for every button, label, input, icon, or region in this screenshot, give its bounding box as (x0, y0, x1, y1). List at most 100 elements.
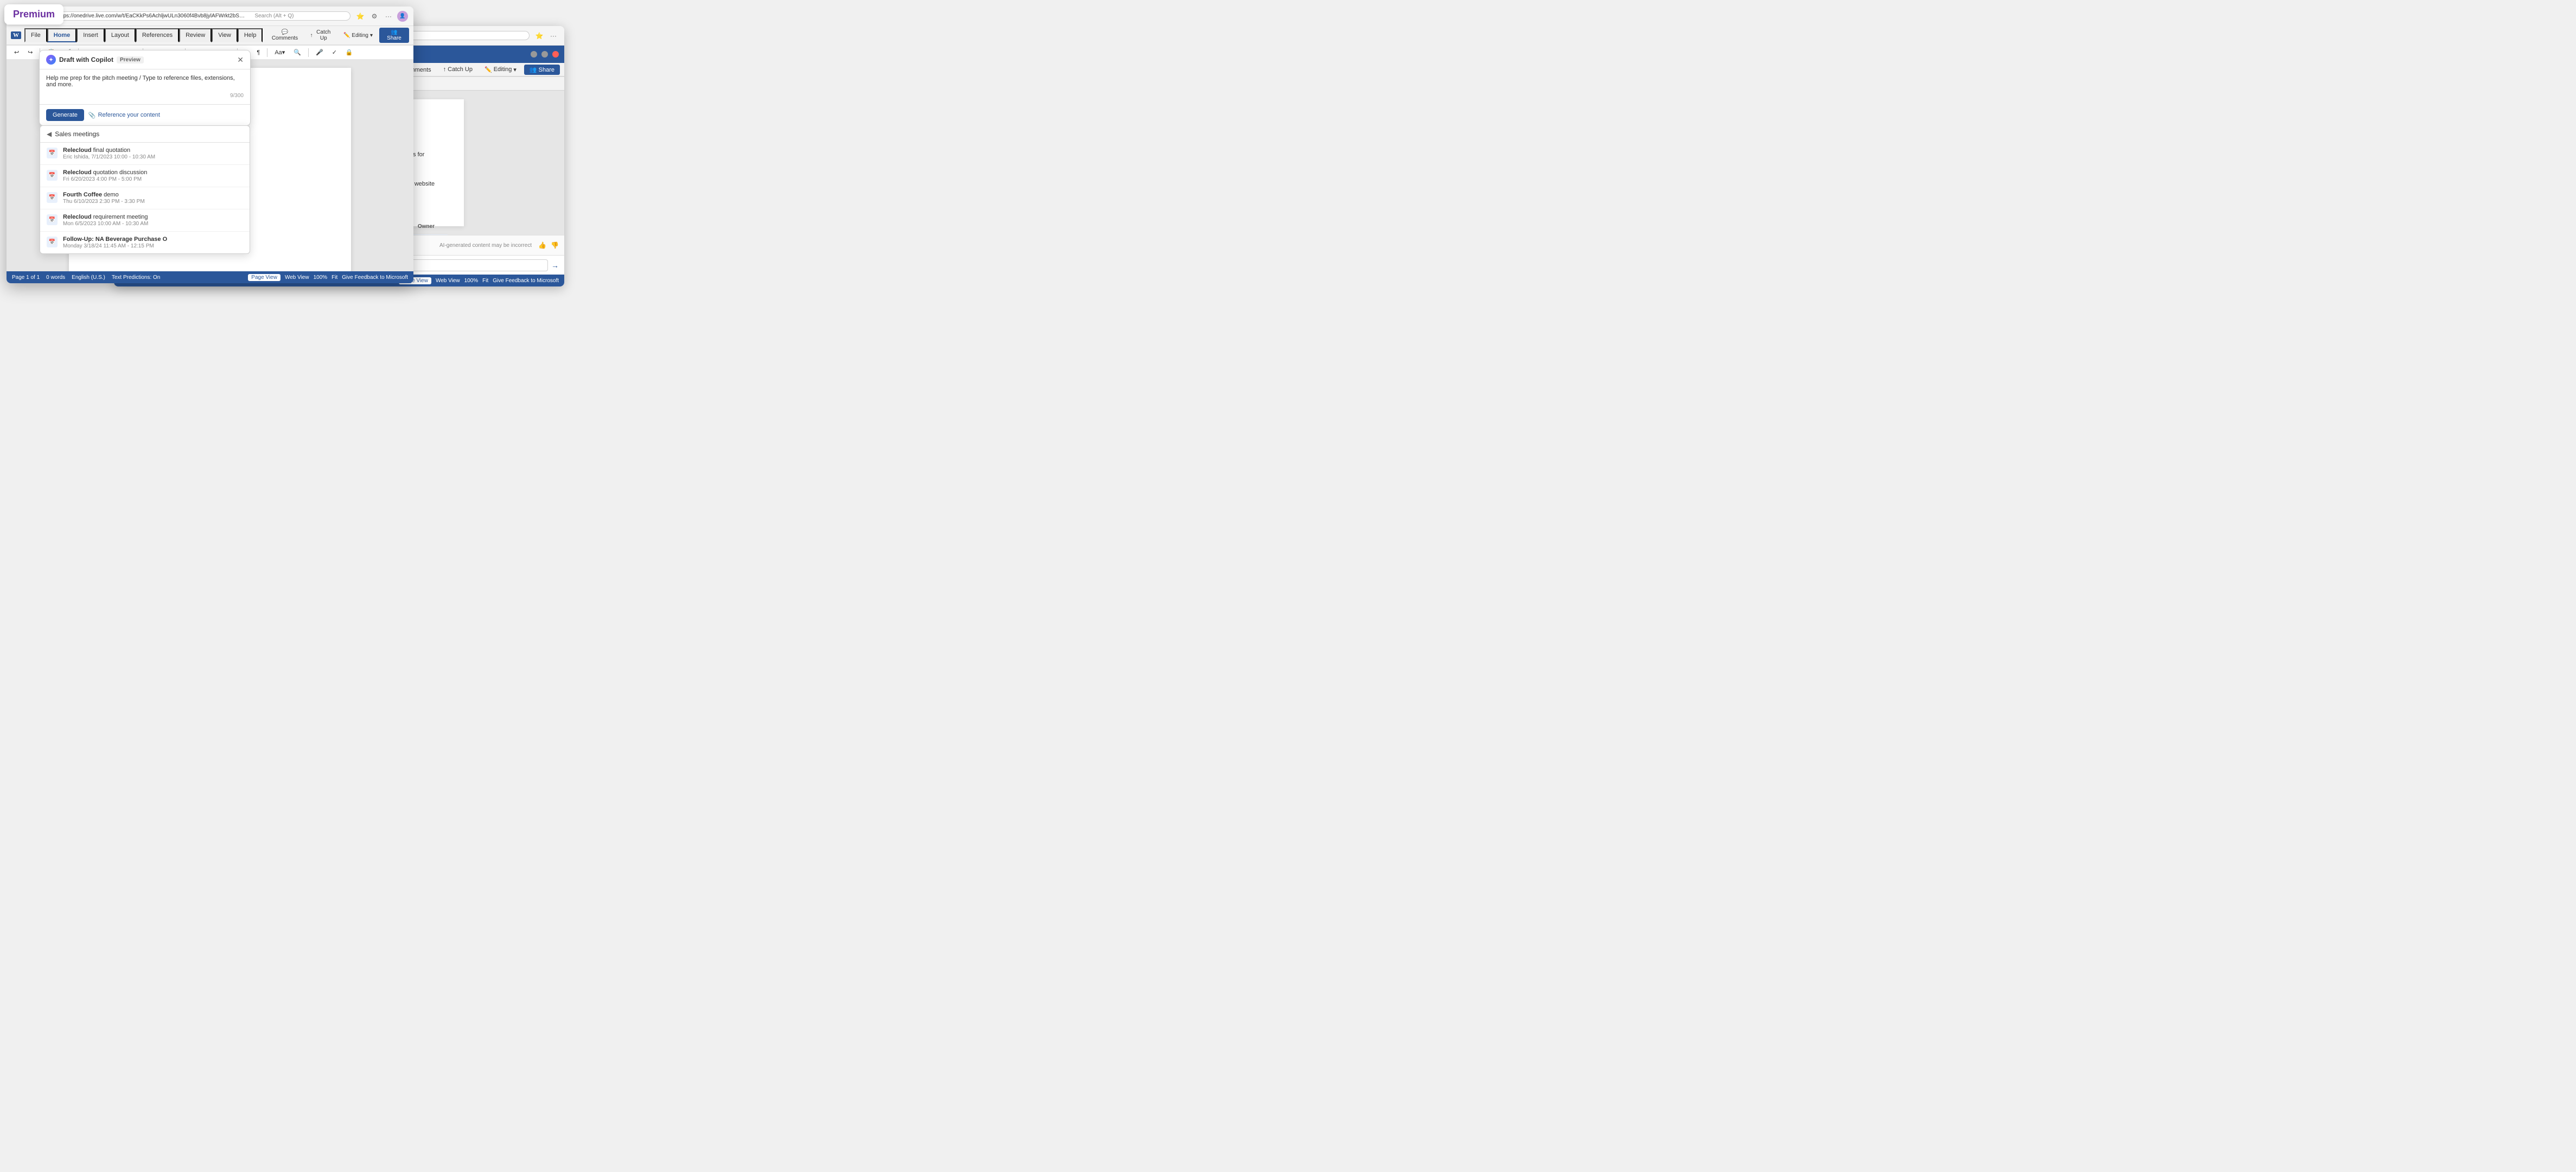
copilot-panel: ✦ Draft with Copilot Preview ✕ Help me p… (39, 59, 251, 126)
thumbs-down-icon[interactable]: 👎 (551, 241, 559, 249)
item-text-5: Follow-Up: NA Beverage Purchase O Monday… (63, 236, 243, 249)
sep-t7 (308, 48, 309, 57)
fit-btn-back: Fit (482, 278, 488, 284)
zoom-level-back: 100% (464, 278, 479, 284)
item-date-1: Eric Ishida, 7/1/2023 10:00 - 10:30 AM (63, 154, 243, 160)
copilot-header: ✦ Draft with Copilot Preview ✕ (40, 59, 250, 69)
paragraph-btn[interactable]: ¶ (253, 48, 263, 58)
generate-btn[interactable]: Generate (46, 109, 84, 121)
style-btn[interactable]: Aa▾ (271, 47, 288, 58)
front-action-btns: 💬 Comments ↑ Catch Up ✏️ Editing ▾ 👥 Sha… (266, 27, 409, 43)
copilot-input-area[interactable]: Help me prep for the pitch meeting / Typ… (40, 69, 250, 105)
help-tab[interactable]: Help (238, 28, 263, 42)
calendar-icon-5: 📅 (47, 237, 58, 247)
send-btn[interactable]: → (551, 261, 559, 270)
comments-btn-front[interactable]: 💬 Comments (266, 27, 303, 43)
home-tab[interactable]: Home (47, 28, 77, 42)
web-view-btn-front[interactable]: Web View (285, 275, 309, 281)
back-icon[interactable]: ◀ (47, 130, 52, 138)
review-tab[interactable]: Review (179, 28, 212, 42)
list-item[interactable]: 📅 Relecloud quotation discussion Fri 6/2… (40, 165, 250, 187)
front-doc-area: ✦ Draft with Copilot Preview ✕ Help me p… (7, 59, 413, 271)
word-count-front: 0 words (46, 275, 65, 281)
address-bar-front[interactable]: 🔒 https://onedrive.live.com/w/t/EaCKkPs6… (41, 11, 350, 21)
dropdown-header: ◀ Sales meetings (40, 126, 250, 143)
web-view-btn-back[interactable]: Web View (436, 278, 460, 284)
item-title-2: Relecloud quotation discussion (63, 169, 243, 176)
page-view-btn-front[interactable]: Page View (248, 274, 280, 281)
copilot-title: ✦ Draft with Copilot Preview (46, 59, 144, 65)
references-tab[interactable]: References (136, 28, 179, 42)
word-minimize[interactable] (531, 51, 537, 58)
star-icon[interactable]: ⭐ (355, 11, 366, 22)
reference-btn[interactable]: 📎 Reference your content (88, 112, 160, 119)
more-btn[interactable]: ··· (548, 30, 559, 41)
language-front: English (U.S.) (72, 275, 105, 281)
extensions-btn[interactable]: ⭐ (534, 30, 545, 41)
share-btn-back[interactable]: 👥 Share (524, 65, 560, 75)
search-btn[interactable]: 🔍 (290, 47, 304, 58)
copilot-textarea[interactable]: Help me prep for the pitch meeting / Typ… (46, 75, 244, 90)
item-title-5: Follow-Up: NA Beverage Purchase O (63, 236, 243, 243)
copilot-dropdown: ◀ Sales meetings 📅 Relecloud final quota… (40, 125, 250, 254)
word-logo-front: W (11, 31, 21, 39)
undo-btn[interactable]: ↩ (11, 47, 22, 58)
statusbar-front: Page 1 of 1 0 words English (U.S.) Text … (7, 271, 413, 283)
insert-tab[interactable]: Insert (76, 28, 105, 42)
settings-icon[interactable]: ⚙ (369, 11, 380, 22)
text-predictions-front: Text Predictions: On (112, 275, 160, 281)
word-tabs-bar: W File Home Insert Layout References Rev… (7, 26, 413, 45)
copilot-title-text: Draft with Copilot (59, 59, 113, 63)
copilot-actions: Generate 📎 Reference your content (40, 105, 250, 125)
catch-up-btn-back[interactable]: ↑ Catch Up (439, 64, 477, 75)
feedback-front: Give Feedback to Microsoft (342, 275, 408, 281)
url-front: https://onedrive.live.com/w/t/EaCKkPs6Ac… (57, 13, 247, 19)
layout-tab[interactable]: Layout (105, 28, 136, 42)
premium-badge: Premium (4, 4, 63, 24)
fit-front: Fit (331, 275, 337, 281)
search-placeholder-front: Search (Alt + Q) (254, 13, 294, 19)
list-item[interactable]: 📅 Follow-Up: NA Beverage Purchase O Mond… (40, 232, 250, 253)
item-text-3: Fourth Coffee demo Thu 6/10/2023 2:30 PM… (63, 192, 243, 205)
zoom-front: 100% (314, 275, 328, 281)
statusbar-right-front: Page View Web View 100% Fit Give Feedbac… (248, 274, 408, 281)
sensitivity-btn[interactable]: 🔒 (342, 47, 356, 58)
page-info-front: Page 1 of 1 (12, 275, 40, 281)
calendar-icon-3: 📅 (47, 192, 58, 203)
item-date-5: Monday 3/18/24 11:45 AM - 12:15 PM (63, 243, 243, 249)
preview-badge: Preview (117, 59, 144, 63)
file-tab[interactable]: File (24, 28, 47, 42)
item-date-4: Mon 6/5/2023 10:00 AM - 10:30 AM (63, 221, 243, 227)
more-icon[interactable]: ··· (383, 11, 394, 22)
editing-btn-front[interactable]: ✏️ Editing ▾ (339, 30, 377, 41)
word-maximize[interactable] (541, 51, 548, 58)
copilot-close-btn[interactable]: ✕ (237, 59, 244, 65)
item-text-2: Relecloud quotation discussion Fri 6/20/… (63, 169, 243, 182)
item-text-1: Relecloud final quotation Eric Ishida, 7… (63, 147, 243, 160)
paperclip-icon: 📎 (88, 112, 96, 119)
word-close[interactable] (552, 51, 559, 58)
chrome-bar-front: 🔒 https://onedrive.live.com/w/t/EaCKkPs6… (7, 7, 413, 26)
redo-btn[interactable]: ↪ (24, 47, 36, 58)
list-item[interactable]: 📅 Relecloud final quotation Eric Ishida,… (40, 143, 250, 165)
front-chrome-icons: ⭐ ⚙ ··· 👤 (355, 11, 408, 22)
item-title-1: Relecloud final quotation (63, 147, 243, 154)
editor-btn[interactable]: ✓ (329, 47, 340, 58)
feedback-back: Give Feedback to Microsoft (493, 278, 559, 284)
thumbs-up-icon[interactable]: 👍 (538, 241, 546, 249)
avatar-front: 👤 (397, 11, 408, 22)
voice-btn[interactable]: 🎤 (313, 47, 327, 58)
editing-btn-back[interactable]: ✏️ Editing ▾ (480, 64, 521, 75)
window-controls-back (531, 51, 559, 58)
list-item[interactable]: 📅 Fourth Coffee demo Thu 6/10/2023 2:30 … (40, 187, 250, 209)
share-btn-front[interactable]: 👥 Share (379, 28, 409, 43)
front-window: 🔒 https://onedrive.live.com/w/t/EaCKkPs6… (7, 7, 413, 283)
item-date-3: Thu 6/10/2023 2:30 PM - 3:30 PM (63, 199, 243, 205)
chrome-icons-back: ⭐ ··· (534, 30, 559, 41)
calendar-icon-1: 📅 (47, 148, 58, 158)
list-item[interactable]: 📅 Relecloud requirement meeting Mon 6/5/… (40, 209, 250, 232)
statusbar-right-back: Page View Web View 100% Fit Give Feedbac… (399, 277, 559, 284)
view-tab[interactable]: View (212, 28, 238, 42)
catch-up-btn-front[interactable]: ↑ Catch Up (306, 27, 337, 43)
item-text-4: Relecloud requirement meeting Mon 6/5/20… (63, 214, 243, 227)
